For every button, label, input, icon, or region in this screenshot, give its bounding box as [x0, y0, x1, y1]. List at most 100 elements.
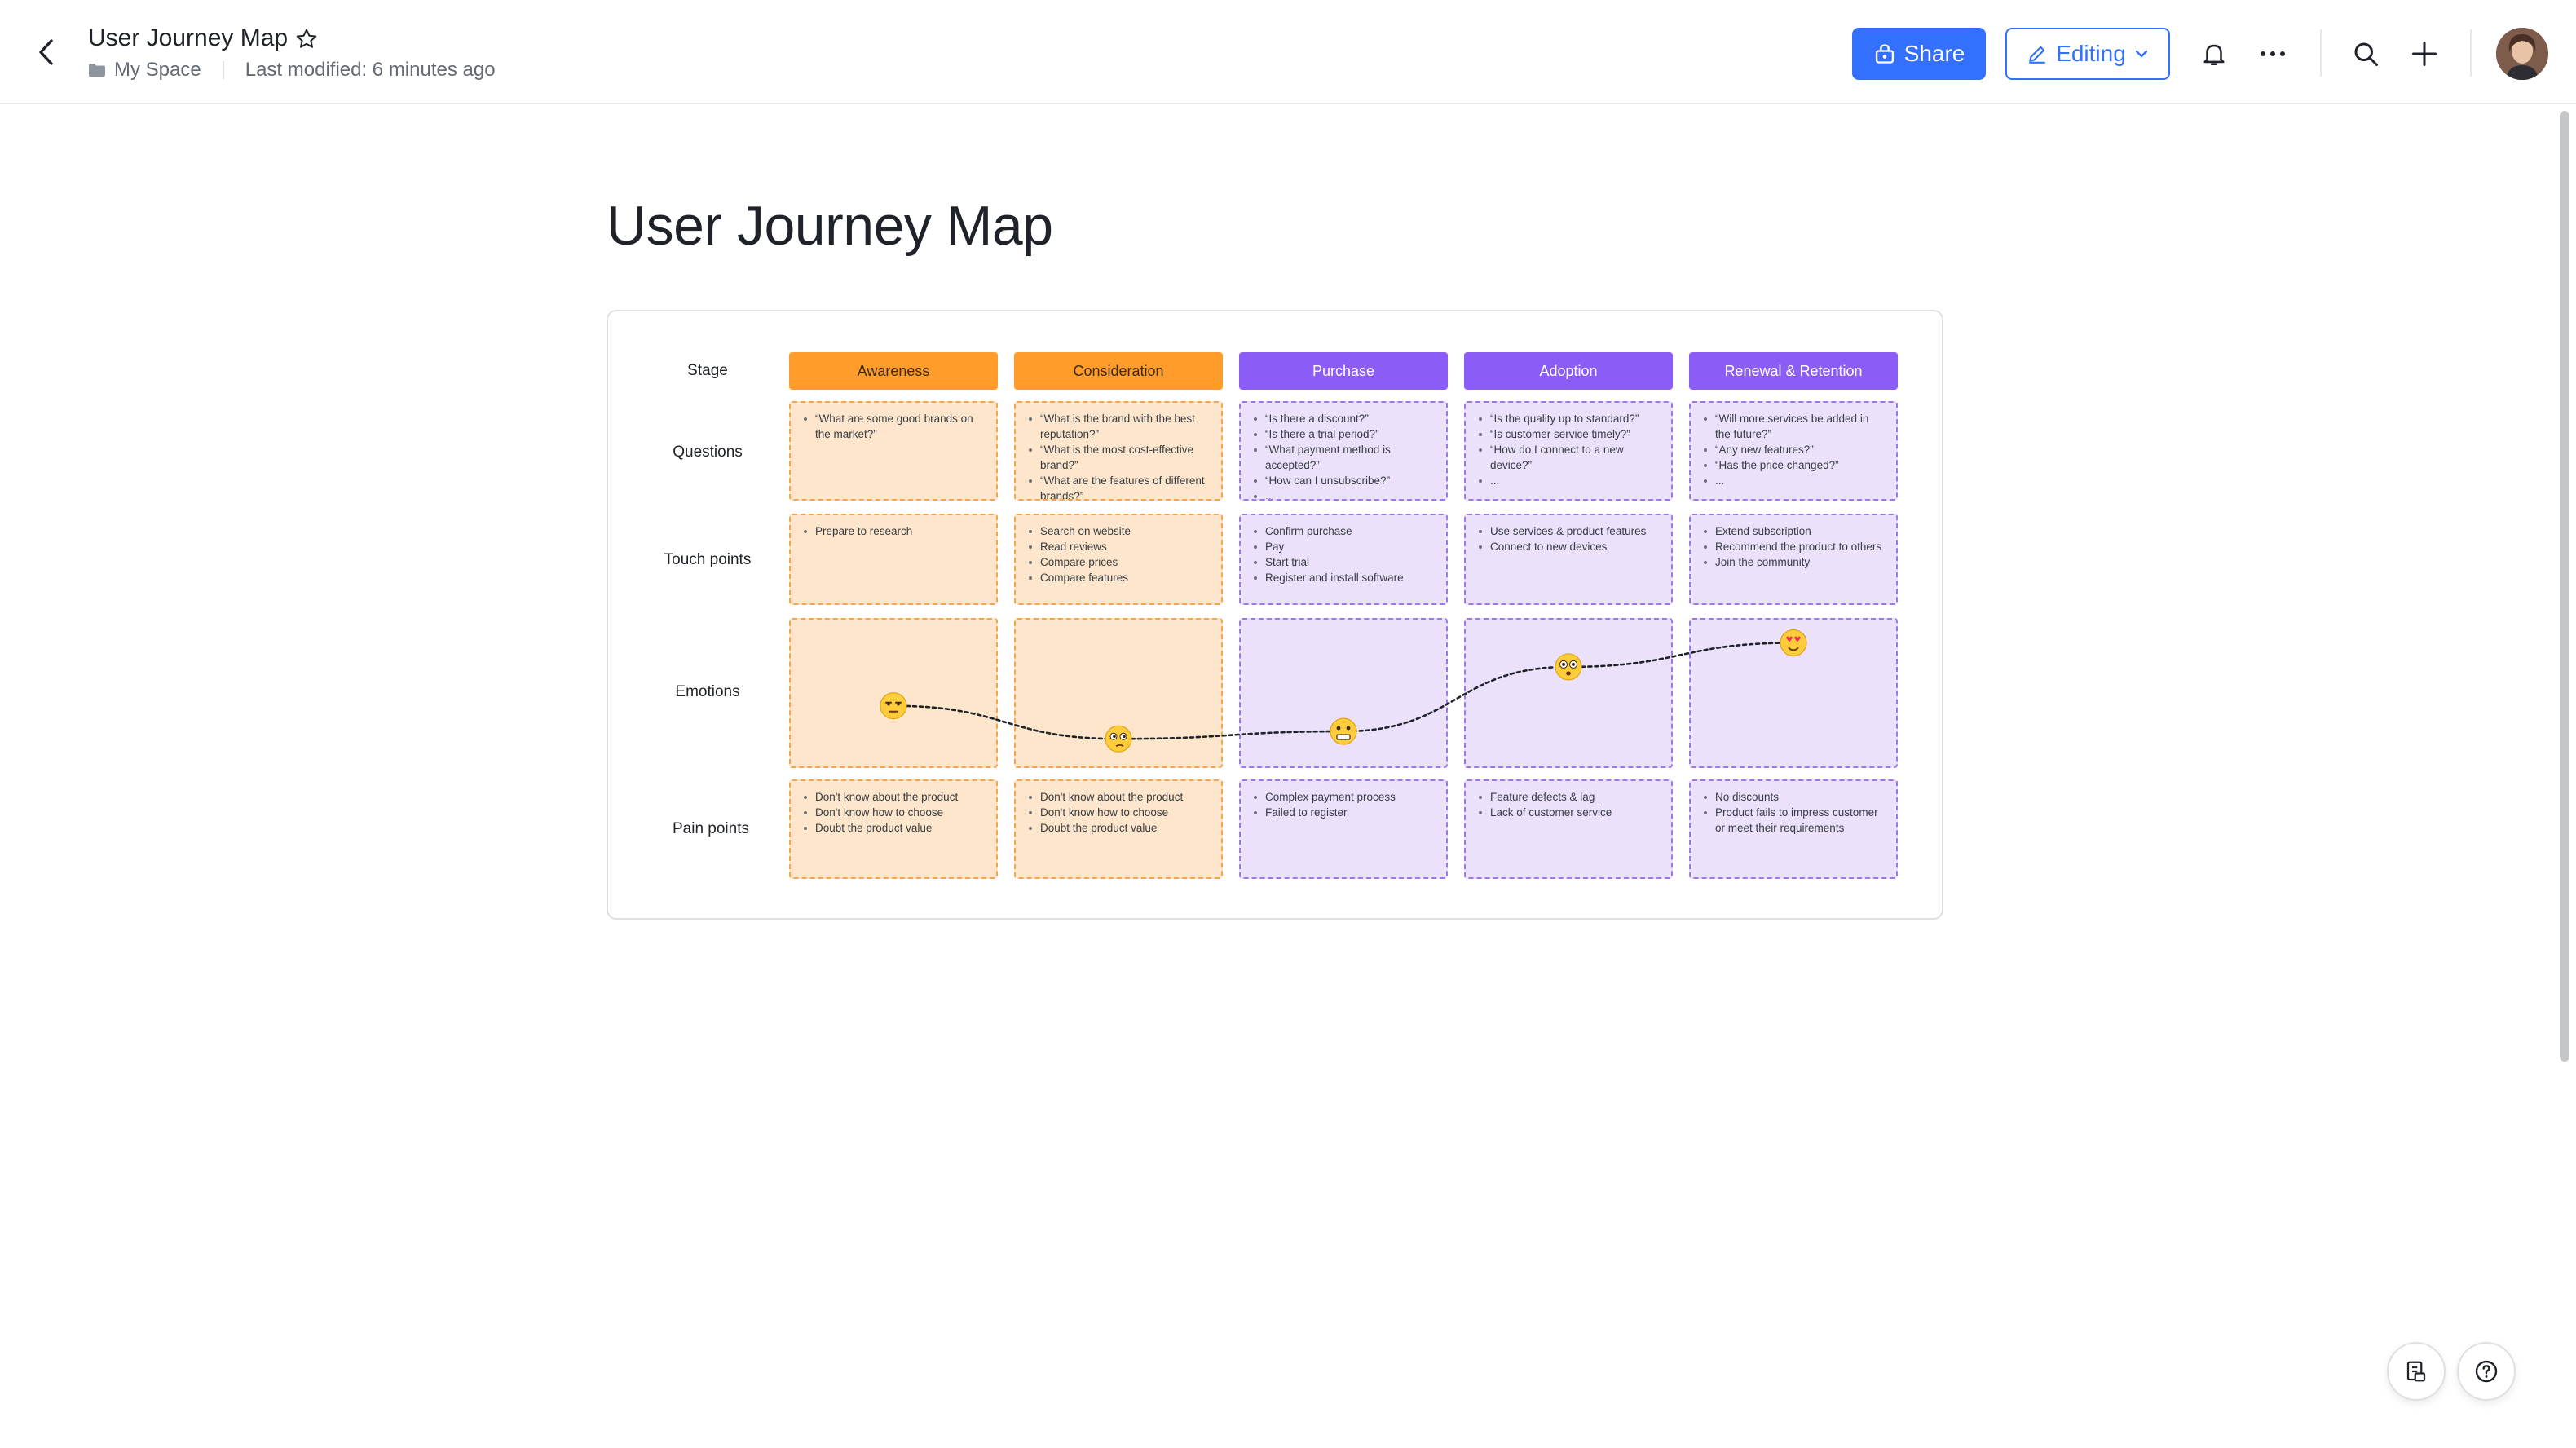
questions-item: “What are some good brands on the market… — [804, 411, 986, 442]
emotions-cell-renewal-retention[interactable] — [1689, 618, 1898, 768]
questions-cell-renewal-retention[interactable]: “Will more services be added in the futu… — [1689, 401, 1898, 501]
favorite-button[interactable] — [292, 24, 321, 54]
questions-cell-purchase[interactable]: “Is there a discount?” “Is there a trial … — [1239, 401, 1448, 501]
pain-points-list: Feature defects & lag Lack of customer se… — [1479, 789, 1661, 820]
chevron-left-icon — [39, 39, 53, 65]
pain-points-item: No discounts — [1704, 789, 1886, 805]
pain-points-cell-adoption[interactable]: Feature defects & lag Lack of customer se… — [1464, 779, 1673, 879]
create-new-button[interactable] — [2403, 33, 2446, 75]
touch-points-item: Compare prices — [1029, 554, 1211, 570]
help-button[interactable] — [2457, 1342, 2516, 1401]
scrollbar-thumb[interactable] — [2560, 111, 2569, 1062]
user-avatar[interactable] — [2496, 28, 2548, 80]
outline-toggle-button[interactable] — [2387, 1342, 2446, 1401]
emotions-cell-consideration[interactable] — [1014, 618, 1223, 768]
questions-list: “Is the quality up to standard?” “Is cust… — [1479, 411, 1661, 488]
pain-points-item: Don't know about the product — [804, 789, 986, 805]
pain-points-item: Complex payment process — [1254, 789, 1436, 805]
share-button[interactable]: Share — [1852, 28, 1986, 80]
emotions-cell-purchase[interactable] — [1239, 618, 1448, 768]
touch-points-cell-renewal-retention[interactable]: Extend subscription Recommend the product… — [1689, 514, 1898, 605]
touch-points-item: Connect to new devices — [1479, 539, 1661, 554]
touch-points-cell-purchase[interactable]: Confirm purchase Pay Start trial Register a… — [1239, 514, 1448, 605]
emotions-cell-adoption[interactable] — [1464, 618, 1673, 768]
pain-points-item: Lack of customer service — [1479, 805, 1661, 820]
more-options-button[interactable] — [2252, 33, 2294, 75]
row-label-touch-points: Touch points — [664, 551, 752, 568]
chevron-down-icon — [2135, 50, 2148, 58]
touch-points-item: Extend subscription — [1704, 523, 1886, 539]
pain-points-list: Complex payment process Failed to registe… — [1254, 789, 1436, 820]
pain-points-item: Doubt the product value — [804, 820, 986, 836]
touch-points-list: Prepare to research — [804, 523, 986, 539]
questions-item: “Is customer service timely?” — [1479, 426, 1661, 442]
location-link[interactable]: My Space — [114, 59, 201, 82]
share-label: Share — [1903, 41, 1965, 66]
questions-item: ... — [1254, 488, 1436, 499]
pain-points-cell-purchase[interactable]: Complex payment process Failed to registe… — [1239, 779, 1448, 879]
touch-points-cell-adoption[interactable]: Use services & product features Connect t… — [1464, 514, 1673, 605]
more-dots-icon — [2261, 51, 2285, 56]
row-label-emotions: Emotions — [675, 683, 740, 700]
pain-points-item: Don't know how to choose — [804, 805, 986, 820]
touch-points-item: Read reviews — [1029, 539, 1211, 554]
star-icon — [296, 29, 317, 48]
touch-points-item: Join the community — [1704, 554, 1886, 570]
touch-points-item: Recommend the product to others — [1704, 539, 1886, 554]
touch-points-cell-awareness[interactable]: Prepare to research — [789, 514, 998, 605]
touch-points-item: Confirm purchase — [1254, 523, 1436, 539]
touch-points-item: Prepare to research — [804, 523, 986, 539]
stage-header-renewal-retention[interactable]: Renewal & Retention — [1689, 352, 1898, 390]
pain-points-item: Don't know how to choose — [1029, 805, 1211, 820]
questions-item: “What payment method is accepted?” — [1254, 442, 1436, 473]
pain-points-list: No discounts Product fails to impress cus… — [1704, 789, 1886, 836]
questions-item: “Is there a trial period?” — [1254, 426, 1436, 442]
touch-points-cell-consideration[interactable]: Search on website Read reviews Compare pri… — [1014, 514, 1223, 605]
touch-points-item: Pay — [1254, 539, 1436, 554]
editing-mode-dropdown[interactable]: Editing — [2005, 28, 2170, 80]
stage-header-awareness[interactable]: Awareness — [789, 352, 998, 390]
touch-points-item: Use services & product features — [1479, 523, 1661, 539]
questions-item: “What is the most cost-effective brand?” — [1029, 442, 1211, 473]
editing-label: Editing — [2056, 41, 2126, 66]
questions-cell-awareness[interactable]: “What are some good brands on the market… — [789, 401, 998, 501]
questions-list: “Will more services be added in the futu… — [1704, 411, 1886, 488]
stage-header-consideration[interactable]: Consideration — [1014, 352, 1223, 390]
touch-points-list: Extend subscription Recommend the product… — [1704, 523, 1886, 570]
touch-points-list: Use services & product features Connect t… — [1479, 523, 1661, 554]
questions-cell-consideration[interactable]: “What is the brand with the best reputat… — [1014, 401, 1223, 501]
questions-item: “Is there a discount?” — [1254, 411, 1436, 426]
journey-map-board[interactable]: Stage Questions Touch points Emotions Pa… — [607, 310, 1943, 920]
pain-points-item: Don't know about the product — [1029, 789, 1211, 805]
pain-points-item: Feature defects & lag — [1479, 789, 1661, 805]
folder-icon — [88, 63, 106, 77]
stage-header-adoption[interactable]: Adoption — [1464, 352, 1673, 390]
search-button[interactable] — [2344, 33, 2387, 75]
pain-points-cell-consideration[interactable]: Don't know about the product Don't know h… — [1014, 779, 1223, 879]
pain-points-list: Don't know about the product Don't know h… — [1029, 789, 1211, 836]
questions-item: “Is the quality up to standard?” — [1479, 411, 1661, 426]
questions-item: “What are the features of different bran… — [1029, 473, 1211, 499]
row-label-questions: Questions — [673, 444, 743, 461]
top-bar: User Journey Map My Space Last modified:… — [0, 0, 2576, 104]
notifications-button[interactable] — [2193, 33, 2235, 75]
touch-points-item: Register and install software — [1254, 570, 1436, 585]
document-title[interactable]: User Journey Map — [88, 24, 288, 52]
pain-points-item: Doubt the product value — [1029, 820, 1211, 836]
emotions-cell-awareness[interactable] — [789, 618, 998, 768]
page-title[interactable]: User Journey Map — [607, 194, 1053, 258]
pain-points-item: Failed to register — [1254, 805, 1436, 820]
questions-cell-adoption[interactable]: “Is the quality up to standard?” “Is cust… — [1464, 401, 1673, 501]
questions-list: “What is the brand with the best reputat… — [1029, 411, 1211, 499]
back-button[interactable] — [29, 36, 62, 68]
questions-item: “What is the brand with the best reputat… — [1029, 411, 1211, 442]
stage-header-purchase[interactable]: Purchase — [1239, 352, 1448, 390]
avatar-image — [2496, 28, 2548, 80]
touch-points-list: Confirm purchase Pay Start trial Register a… — [1254, 523, 1436, 585]
header-divider — [2320, 29, 2322, 77]
lock-share-icon — [1875, 44, 1894, 64]
pain-points-cell-renewal-retention[interactable]: No discounts Product fails to impress cus… — [1689, 779, 1898, 879]
pain-points-cell-awareness[interactable]: Don't know about the product Don't know h… — [789, 779, 998, 879]
touch-points-item: Search on website — [1029, 523, 1211, 539]
pencil-icon — [2029, 46, 2045, 64]
